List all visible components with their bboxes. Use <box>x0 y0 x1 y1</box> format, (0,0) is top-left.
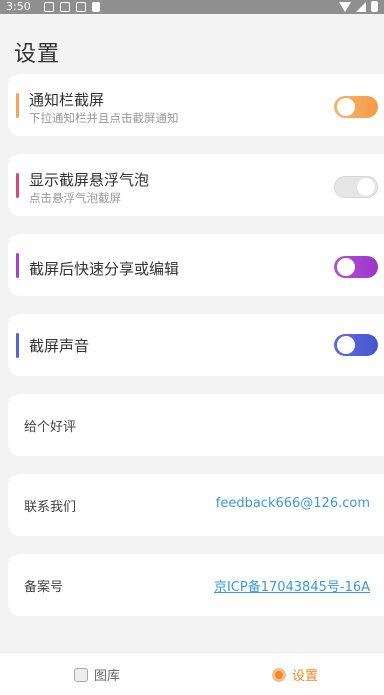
battery-icon <box>371 1 378 12</box>
record-item[interactable]: 备案号 京ICP备17043845号-16A <box>8 554 384 616</box>
toggle-knob <box>337 98 355 116</box>
record-label: 备案号 <box>24 580 64 595</box>
setting-title: 截屏后快速分享或编辑 <box>29 260 180 278</box>
toggle-knob <box>337 258 355 276</box>
review-label: 给个好评 <box>24 420 77 435</box>
toggle-floating-bubble[interactable] <box>334 176 378 198</box>
sd-card-icon <box>92 2 100 12</box>
setting-screenshot-sound[interactable]: 截屏声音 <box>8 314 384 376</box>
toggle-knob <box>337 336 355 354</box>
setting-subtitle: 点击悬浮气泡截屏 <box>29 191 121 205</box>
setting-quick-share[interactable]: 截屏后快速分享或编辑 <box>8 234 384 296</box>
toggle-notification-screenshot[interactable] <box>334 96 378 118</box>
settings-icon <box>272 667 286 682</box>
status-bar: 3:50 <box>0 0 384 14</box>
nav-gallery[interactable]: 图库 <box>74 665 120 684</box>
setting-subtitle: 下拉通知栏并且点击截屏通知 <box>29 111 179 125</box>
status-system-icons <box>339 1 378 12</box>
toggle-screenshot-sound[interactable] <box>334 334 378 356</box>
accent-bar <box>16 93 19 118</box>
status-time: 3:50 <box>6 0 31 13</box>
notification-icon <box>44 2 54 12</box>
bottom-navigation: 图库 设置 <box>0 652 384 695</box>
setting-title: 显示截屏悬浮气泡 <box>29 171 150 189</box>
gallery-icon <box>74 667 88 682</box>
setting-title: 截屏声音 <box>29 337 90 355</box>
mail-icon <box>60 2 70 12</box>
accent-bar <box>16 333 19 358</box>
setting-floating-bubble[interactable]: 显示截屏悬浮气泡 点击悬浮气泡截屏 <box>8 154 384 216</box>
signal-icon <box>356 1 366 12</box>
accent-bar <box>16 253 19 278</box>
record-number-link[interactable]: 京ICP备17043845号-16A <box>214 576 370 595</box>
accent-bar <box>16 173 19 198</box>
page-title: 设置 <box>14 42 61 67</box>
setting-notification-screenshot[interactable]: 通知栏截屏 下拉通知栏并且点击截屏通知 <box>8 74 384 136</box>
toggle-quick-share[interactable] <box>334 256 378 278</box>
nav-settings-label: 设置 <box>292 669 319 684</box>
wifi-icon <box>339 1 351 12</box>
app-notification-icon <box>76 2 86 12</box>
contact-item[interactable]: 联系我们 feedback666@126.com <box>8 474 384 536</box>
review-item[interactable]: 给个好评 <box>8 394 384 456</box>
toggle-knob <box>357 178 375 196</box>
nav-settings[interactable]: 设置 <box>272 665 318 684</box>
contact-email-link[interactable]: feedback666@126.com <box>216 496 370 511</box>
status-notification-icons <box>44 2 100 12</box>
nav-gallery-label: 图库 <box>94 669 121 684</box>
contact-label: 联系我们 <box>24 500 77 515</box>
setting-title: 通知栏截屏 <box>29 91 105 109</box>
